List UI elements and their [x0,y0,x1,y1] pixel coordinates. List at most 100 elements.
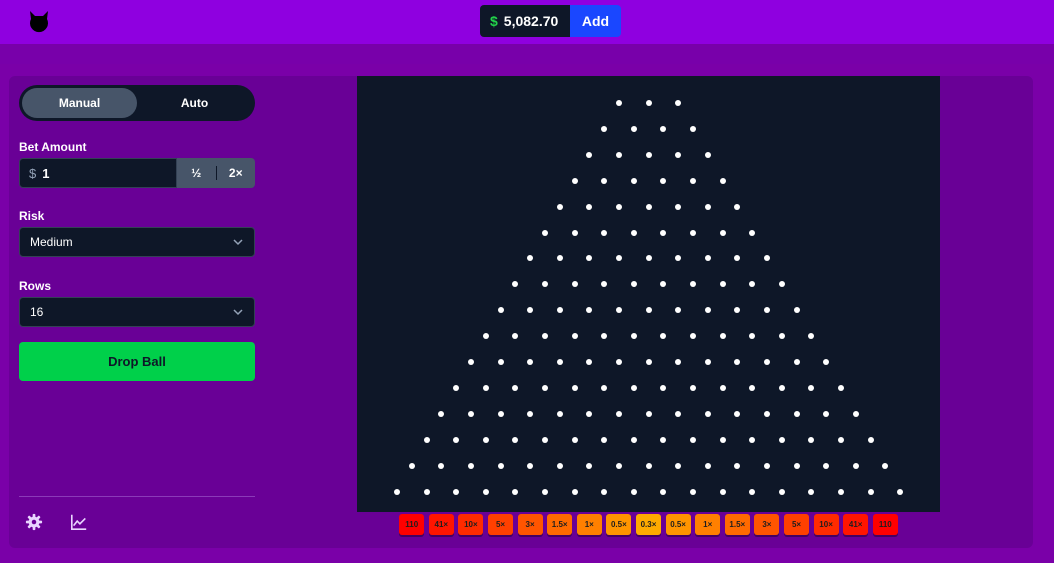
rows-select[interactable]: 16 [19,297,255,327]
peg [630,488,637,495]
peg [541,333,548,340]
peg [556,359,563,365]
peg [615,100,622,106]
balance-currency: $ [490,13,498,29]
peg [704,307,711,314]
peg [467,359,474,365]
drop-ball-button[interactable]: Drop Ball [19,342,255,381]
peg [719,333,726,340]
peg [615,410,622,417]
peg [837,436,844,443]
peg [497,307,504,314]
multiplier-bucket: 10× [458,514,484,535]
multiplier-bucket: 1× [576,514,602,535]
peg [541,436,548,443]
peg [823,359,830,365]
peg [808,333,815,340]
add-funds-button[interactable]: Add [570,5,621,37]
half-bet-button[interactable]: ½ [177,166,216,180]
rows-value: 16 [30,305,44,319]
peg [660,177,667,184]
peg [704,410,711,417]
peg [541,488,548,495]
peg [556,255,563,262]
peg [615,462,622,469]
peg [763,307,770,314]
peg [571,177,578,184]
peg [837,384,844,391]
peg [734,255,741,262]
bet-amount-label: Bet Amount [19,140,87,154]
peg [704,151,711,158]
peg [645,100,652,106]
peg [660,229,667,236]
peg [453,384,460,391]
peg [512,488,519,495]
rows-label: Rows [19,279,52,293]
peg [689,488,696,495]
peg [527,410,534,417]
tab-auto[interactable]: Auto [137,88,252,118]
peg [527,462,534,469]
peg [719,281,726,288]
peg [438,410,445,417]
peg [749,384,756,391]
line-chart-icon[interactable] [70,513,88,531]
peg [675,410,682,417]
peg [808,384,815,391]
peg [734,410,741,417]
peg [645,151,652,158]
peg [689,125,696,132]
peg [808,488,815,495]
risk-select[interactable]: Medium [19,227,255,257]
peg [556,462,563,469]
peg [541,229,548,236]
peg [778,436,785,443]
peg [749,333,756,340]
peg [453,488,460,495]
peg [556,307,563,314]
peg [660,436,667,443]
peg [527,359,534,365]
peg [778,488,785,495]
chevron-down-icon [233,309,243,316]
peg [793,462,800,469]
peg [719,436,726,443]
peg [586,203,593,210]
peg [586,462,593,469]
peg [630,384,637,391]
multiplier-bucket: 0.3× [636,514,661,535]
peg [734,359,741,365]
peg [882,462,889,469]
multiplier-bucket: 5× [784,514,809,535]
peg [630,436,637,443]
double-bet-button[interactable]: 2× [217,166,256,180]
peg [689,177,696,184]
peg [453,436,460,443]
settings-gear-icon[interactable] [25,513,43,531]
peg [704,255,711,262]
peg [675,255,682,262]
peg [852,410,859,417]
peg [586,410,593,417]
bet-amount-input[interactable]: $ 1 [19,158,177,188]
top-bar: $ 5,082.70 Add [0,0,1054,44]
sidebar: Manual Auto Bet Amount $ 1 ½ 2× Risk Med… [19,85,255,381]
peg [586,151,593,158]
peg [660,125,667,132]
peg [615,307,622,314]
peg [823,462,830,469]
peg [630,177,637,184]
peg [556,410,563,417]
tab-manual[interactable]: Manual [22,88,137,118]
peg [645,307,652,314]
peg [675,203,682,210]
peg [763,410,770,417]
bet-modifiers: ½ 2× [177,158,255,188]
peg [482,384,489,391]
peg [497,359,504,365]
peg [689,436,696,443]
peg [615,359,622,365]
devil-head-icon[interactable] [27,9,51,33]
bet-amount-group: Bet Amount $ 1 ½ 2× [19,140,255,188]
